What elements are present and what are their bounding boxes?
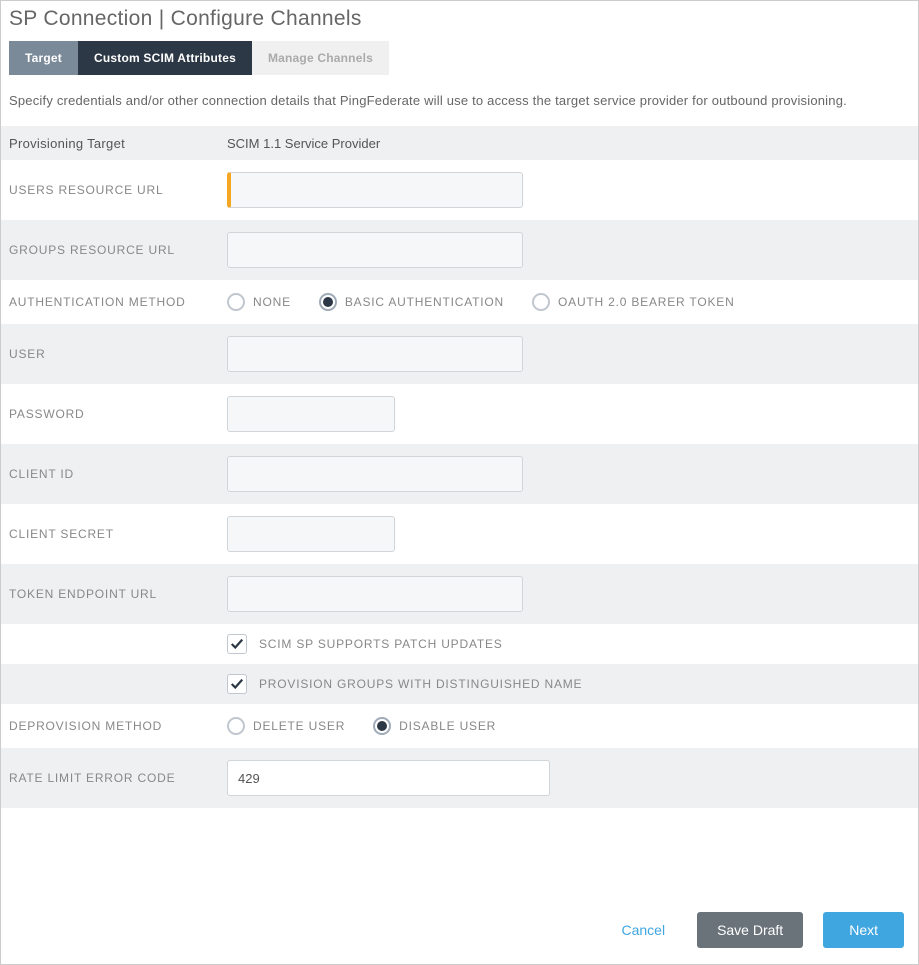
- label-authentication-method: AUTHENTICATION METHOD: [9, 295, 227, 309]
- label-provisioning-target: Provisioning Target: [9, 136, 227, 151]
- footer: Cancel Save Draft Next: [1, 896, 918, 964]
- check-icon: [227, 674, 247, 694]
- user-input[interactable]: [227, 336, 523, 372]
- auth-method-radio-group: NONE BASIC AUTHENTICATION OAUTH 2.0 BEAR…: [227, 293, 735, 311]
- label-users-resource-url: USERS RESOURCE URL: [9, 183, 227, 197]
- label-client-id: CLIENT ID: [9, 467, 227, 481]
- label-password: PASSWORD: [9, 407, 227, 421]
- label-client-secret: CLIENT SECRET: [9, 527, 227, 541]
- next-button[interactable]: Next: [823, 912, 904, 948]
- checkbox-patch-updates[interactable]: SCIM SP SUPPORTS PATCH UPDATES: [227, 634, 503, 654]
- label-rate-limit-error-code: RATE LIMIT ERROR CODE: [9, 771, 227, 785]
- row-provision-groups-dn: PROVISION GROUPS WITH DISTINGUISHED NAME: [1, 664, 918, 704]
- value-provisioning-target: SCIM 1.1 Service Provider: [227, 136, 380, 151]
- radio-label-oauth: OAUTH 2.0 BEARER TOKEN: [558, 295, 735, 309]
- groups-resource-url-input[interactable]: [227, 232, 523, 268]
- radio-label-disable: DISABLE USER: [399, 719, 496, 733]
- client-id-input[interactable]: [227, 456, 523, 492]
- row-client-id: CLIENT ID: [1, 444, 918, 504]
- client-secret-input[interactable]: [227, 516, 395, 552]
- row-deprovision-method: DEPROVISION METHOD DELETE USER DISABLE U…: [1, 704, 918, 748]
- row-client-secret: CLIENT SECRET: [1, 504, 918, 564]
- tab-manage-channels[interactable]: Manage Channels: [252, 41, 389, 75]
- radio-label-basic: BASIC AUTHENTICATION: [345, 295, 504, 309]
- page-title: SP Connection | Configure Channels: [9, 7, 910, 31]
- row-authentication-method: AUTHENTICATION METHOD NONE BASIC AUTHENT…: [1, 280, 918, 324]
- page-header: SP Connection | Configure Channels: [1, 1, 918, 41]
- row-token-endpoint-url: TOKEN ENDPOINT URL: [1, 564, 918, 624]
- row-provisioning-target: Provisioning Target SCIM 1.1 Service Pro…: [1, 126, 918, 160]
- checkbox-label-patch: SCIM SP SUPPORTS PATCH UPDATES: [259, 637, 503, 651]
- row-users-resource-url: USERS RESOURCE URL: [1, 160, 918, 220]
- radio-auth-basic[interactable]: BASIC AUTHENTICATION: [319, 293, 504, 311]
- check-icon: [227, 634, 247, 654]
- radio-auth-none[interactable]: NONE: [227, 293, 291, 311]
- radio-disable-user[interactable]: DISABLE USER: [373, 717, 496, 735]
- checkbox-provision-groups-dn[interactable]: PROVISION GROUPS WITH DISTINGUISHED NAME: [227, 674, 582, 694]
- row-groups-resource-url: GROUPS RESOURCE URL: [1, 220, 918, 280]
- users-resource-url-input[interactable]: [227, 172, 523, 208]
- page-description: Specify credentials and/or other connect…: [1, 93, 918, 126]
- tab-bar: Target Custom SCIM Attributes Manage Cha…: [1, 41, 918, 75]
- row-user: USER: [1, 324, 918, 384]
- rate-limit-error-code-input[interactable]: [227, 760, 550, 796]
- label-token-endpoint-url: TOKEN ENDPOINT URL: [9, 587, 227, 601]
- token-endpoint-url-input[interactable]: [227, 576, 523, 612]
- tab-custom-scim-attributes[interactable]: Custom SCIM Attributes: [78, 41, 252, 75]
- radio-delete-user[interactable]: DELETE USER: [227, 717, 345, 735]
- checkbox-label-dn: PROVISION GROUPS WITH DISTINGUISHED NAME: [259, 677, 582, 691]
- row-patch-updates: SCIM SP SUPPORTS PATCH UPDATES: [1, 624, 918, 664]
- row-rate-limit-error-code: RATE LIMIT ERROR CODE: [1, 748, 918, 808]
- radio-label-delete: DELETE USER: [253, 719, 345, 733]
- save-draft-button[interactable]: Save Draft: [697, 912, 803, 948]
- tab-target[interactable]: Target: [9, 41, 78, 75]
- label-deprovision-method: DEPROVISION METHOD: [9, 719, 227, 733]
- label-user: USER: [9, 347, 227, 361]
- radio-auth-oauth[interactable]: OAUTH 2.0 BEARER TOKEN: [532, 293, 735, 311]
- deprovision-radio-group: DELETE USER DISABLE USER: [227, 717, 496, 735]
- password-input[interactable]: [227, 396, 395, 432]
- row-password: PASSWORD: [1, 384, 918, 444]
- label-groups-resource-url: GROUPS RESOURCE URL: [9, 243, 227, 257]
- cancel-button[interactable]: Cancel: [609, 912, 677, 948]
- radio-label-none: NONE: [253, 295, 291, 309]
